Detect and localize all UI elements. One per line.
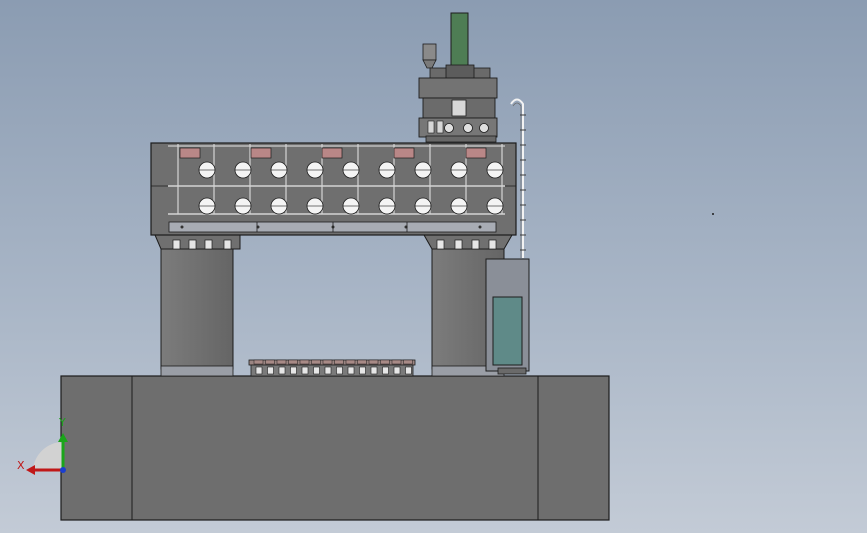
table-slot bbox=[301, 366, 309, 375]
beam-pad bbox=[321, 147, 343, 159]
table-slot bbox=[347, 366, 355, 375]
beam-pad bbox=[393, 147, 415, 159]
z-axis-dot bbox=[60, 467, 66, 473]
table-slot bbox=[313, 366, 320, 375]
control-panel[interactable] bbox=[485, 258, 530, 375]
spindle-head[interactable] bbox=[418, 12, 498, 143]
cursor-dot bbox=[712, 213, 714, 215]
beam-foot bbox=[436, 239, 445, 250]
beam-foot bbox=[488, 239, 497, 250]
gantry-machine-model[interactable]: X Y bbox=[0, 0, 867, 533]
beam-foot bbox=[454, 239, 463, 250]
beam-foot bbox=[223, 239, 232, 250]
left-column[interactable] bbox=[154, 234, 241, 377]
rail-marker bbox=[478, 225, 482, 229]
x-axis-label: X bbox=[17, 459, 25, 472]
table-slot bbox=[382, 366, 389, 375]
table-slot bbox=[324, 366, 332, 375]
beam-pad bbox=[179, 147, 201, 159]
axis-triad: X Y bbox=[17, 416, 68, 475]
graphics-viewport[interactable]: X Y bbox=[0, 0, 867, 533]
machine-base[interactable] bbox=[60, 375, 610, 521]
beam-foot bbox=[172, 239, 181, 250]
table-slot bbox=[359, 366, 366, 375]
table-slot bbox=[267, 366, 274, 375]
table-slot bbox=[290, 366, 297, 375]
spindle-motor bbox=[450, 12, 469, 68]
table-slot bbox=[255, 366, 263, 375]
control-panel-screen bbox=[492, 296, 523, 366]
cross-beam[interactable] bbox=[150, 142, 517, 250]
table-slot bbox=[336, 366, 343, 375]
table-slot bbox=[370, 366, 378, 375]
beam-foot bbox=[188, 239, 197, 250]
table-slot bbox=[405, 366, 412, 375]
beam-foot bbox=[471, 239, 480, 250]
beam-pad bbox=[250, 147, 272, 159]
table-slot bbox=[393, 366, 401, 375]
beam-foot bbox=[204, 239, 213, 250]
work-table[interactable] bbox=[248, 359, 416, 377]
triad-plane bbox=[33, 441, 63, 470]
rail-marker bbox=[180, 225, 184, 229]
table-slot bbox=[278, 366, 286, 375]
beam-pad bbox=[465, 147, 487, 159]
y-axis-label: Y bbox=[58, 416, 66, 429]
